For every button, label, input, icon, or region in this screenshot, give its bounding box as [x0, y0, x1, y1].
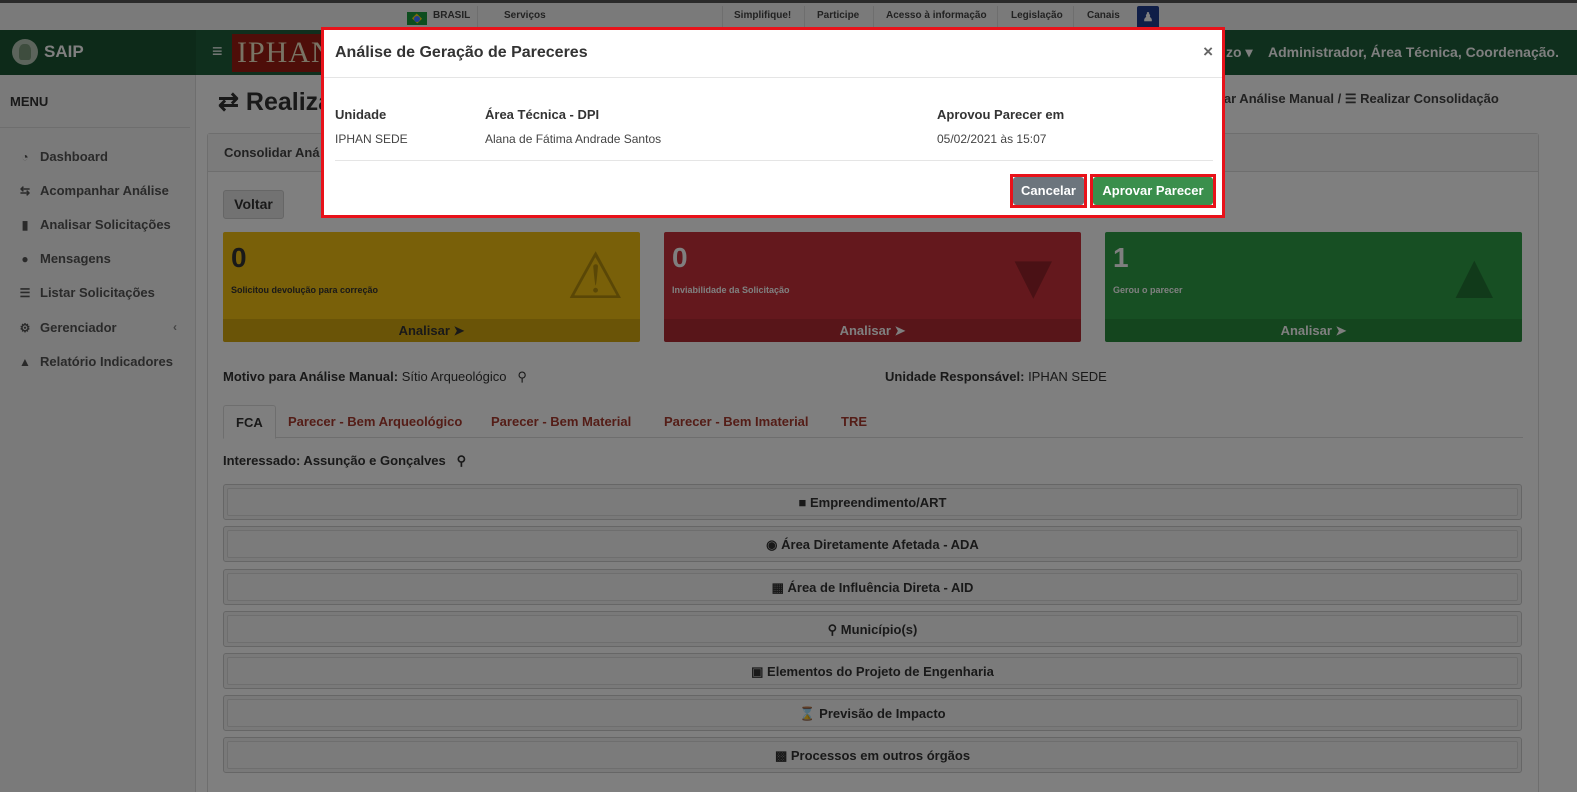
approve-parecer-button[interactable]: Aprovar Parecer [1093, 177, 1213, 205]
cancel-button-highlight: Cancelar [1010, 174, 1087, 208]
modal-header: Análise de Geração de Pareceres × [324, 30, 1222, 78]
approve-button-highlight: Aprovar Parecer [1090, 174, 1216, 208]
col-header-aprovou: Aprovou Parecer em [937, 107, 1065, 122]
col-header-unidade: Unidade [335, 107, 387, 122]
close-icon[interactable]: × [1203, 42, 1213, 62]
col-header-area-tecnica: Área Técnica - DPI [485, 107, 600, 122]
cancel-button[interactable]: Cancelar [1013, 177, 1084, 205]
col-value-aprovou: 05/02/2021 às 15:07 [937, 132, 1047, 146]
modal-title: Análise de Geração de Pareceres [335, 44, 588, 61]
col-value-unidade: IPHAN SEDE [335, 132, 408, 146]
parecer-modal: Análise de Geração de Pareceres × Unidad… [321, 27, 1225, 218]
divider [335, 160, 1213, 161]
col-value-area-tecnica: Alana de Fátima Andrade Santos [485, 132, 662, 146]
